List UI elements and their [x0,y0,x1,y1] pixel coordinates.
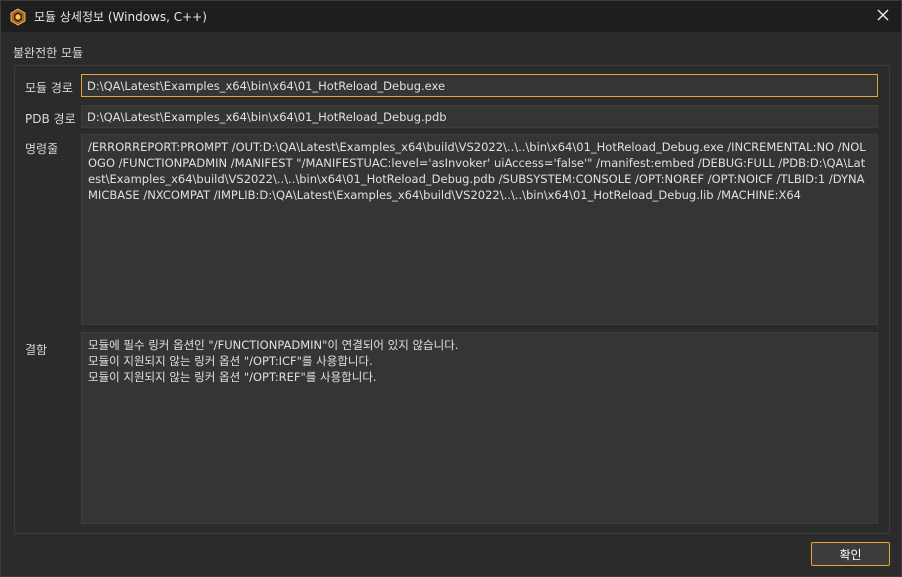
pdb-path-label: PDB 경로 [25,112,76,126]
defects-field[interactable]: 모듈에 필수 링커 옵션인 "/FUNCTIONPADMIN"이 연결되어 있지… [81,332,878,524]
command-line-field[interactable]: /ERRORREPORT:PROMPT /OUT:D:\QA\Latest\Ex… [81,134,878,325]
title-bar[interactable]: 모듈 상세정보 (Windows, C++) [1,1,901,32]
defect-item: 모듈이 지원되지 않는 링커 옵션 "/OPT:ICF"를 사용합니다. [88,354,373,368]
defect-item: 모듈이 지원되지 않는 링커 옵션 "/OPT:REF"를 사용합니다. [88,370,377,384]
module-path-field[interactable] [81,74,878,97]
module-path-label: 모듈 경로 [25,81,73,95]
module-details-dialog: 모듈 상세정보 (Windows, C++) 불완전한 모듈 모듈 경로 PDB… [0,0,902,577]
group-title: 불완전한 모듈 [13,46,84,60]
app-logo-icon [9,7,27,26]
ok-button[interactable]: 확인 [811,542,890,566]
defects-label: 결함 [25,343,48,357]
close-button[interactable] [871,5,895,27]
close-icon [877,8,889,24]
defect-item: 모듈에 필수 링커 옵션인 "/FUNCTIONPADMIN"이 연결되어 있지… [88,338,459,352]
command-line-label: 명령줄 [25,142,59,156]
window-title: 모듈 상세정보 (Windows, C++) [34,10,207,24]
pdb-path-field[interactable] [81,105,878,128]
